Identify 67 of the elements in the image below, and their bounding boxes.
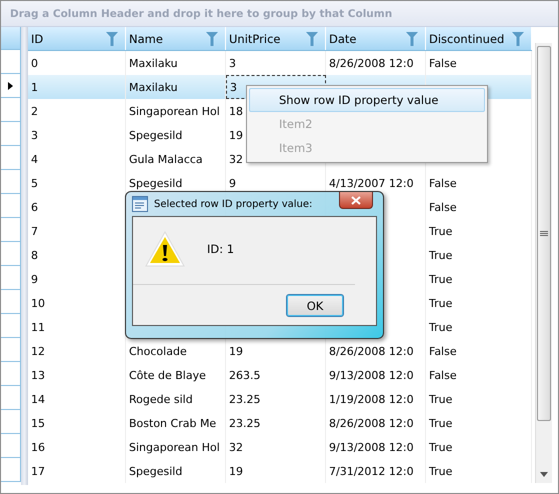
table-cell: 3 [230, 80, 237, 94]
table-cell: 7 [31, 224, 38, 238]
table-cell: 8/26/2008 12:0 [329, 344, 414, 358]
table-cell: 16 [31, 440, 45, 454]
table-cell: Maxilaku [129, 80, 178, 94]
table-cell: Singaporean Hol [129, 440, 220, 454]
table-cell: Côte de Blaye [129, 368, 206, 382]
table-cell: 18 [229, 104, 243, 118]
table-cell: True [429, 440, 452, 454]
table-cell: 14 [31, 392, 45, 406]
table-cell: False [429, 368, 457, 382]
table-cell: Singaporean Hol [129, 104, 220, 118]
table-cell: 8/26/2008 12:0 [329, 56, 414, 70]
table-cell: 11 [31, 320, 45, 334]
table-cell: True [429, 296, 452, 310]
table-cell: 0 [31, 56, 38, 70]
table-cell: 9 [31, 272, 38, 286]
table-cell: True [429, 248, 452, 262]
table-cell: 19 [229, 128, 243, 142]
table-cell: Spegesild [129, 464, 182, 478]
table-cell: True [429, 224, 452, 238]
table-cell: Rogede sild [129, 392, 193, 406]
table-cell: 23.25 [229, 416, 260, 430]
table-cell: 6 [31, 200, 38, 214]
table-cell: False [429, 344, 457, 358]
table-cell: 1 [31, 80, 38, 94]
table-cell: 17 [31, 464, 45, 478]
table-cell: 32 [229, 440, 243, 454]
table-cell: 15 [31, 416, 45, 430]
table-cell: 1/19/2008 12:0 [329, 392, 414, 406]
table-cell: 19 [229, 464, 243, 478]
table-cell: 4/13/2007 12:0 [329, 176, 414, 190]
table-cell: False [429, 200, 457, 214]
table-cell: False [429, 56, 457, 70]
table-cell: Maxilaku [129, 56, 178, 70]
table-cell: 3 [229, 56, 236, 70]
group-panel-hint: Drag a Column Header and drop it here to group by that Column [10, 8, 392, 20]
table-cell: True [429, 320, 452, 334]
table-cell: 4 [31, 152, 38, 166]
table-cell: 2 [31, 104, 38, 118]
table-cell: 8 [31, 248, 38, 262]
table-cell: 8/26/2008 12:0 [329, 416, 414, 430]
table-cell: False [429, 176, 457, 190]
table-cell: 3 [31, 128, 38, 142]
dialog-title: Selected row ID property value: [154, 198, 312, 210]
table-cell: 9/13/2008 12:0 [329, 368, 414, 382]
table-cell: Spegesild [129, 128, 182, 142]
table-cell: Boston Crab Me [129, 416, 216, 430]
table-cell: 5 [31, 176, 38, 190]
table-cell: 19 [229, 344, 243, 358]
table-cell: Chocolade [129, 344, 187, 358]
table-cell: 23.25 [229, 392, 260, 406]
table-cell: 9 [229, 176, 236, 190]
table-cell: 32 [229, 152, 243, 166]
table-cell: 9/13/2008 12:0 [329, 440, 414, 454]
table-cell: 263.5 [229, 368, 260, 382]
table-cell: 7/31/2012 12:0 [329, 464, 414, 478]
table-cell: Spegesild [129, 176, 182, 190]
table-cell: 13 [31, 368, 45, 382]
table-cell: True [429, 392, 452, 406]
table-cell: Gula Malacca [129, 152, 203, 166]
dialog-message: ID: 1 [207, 242, 234, 256]
table-cell: True [429, 416, 452, 430]
table-cell: True [429, 272, 452, 286]
table-cell: 10 [31, 296, 45, 310]
table-cell: 12 [31, 344, 45, 358]
table-cell: True [429, 464, 452, 478]
